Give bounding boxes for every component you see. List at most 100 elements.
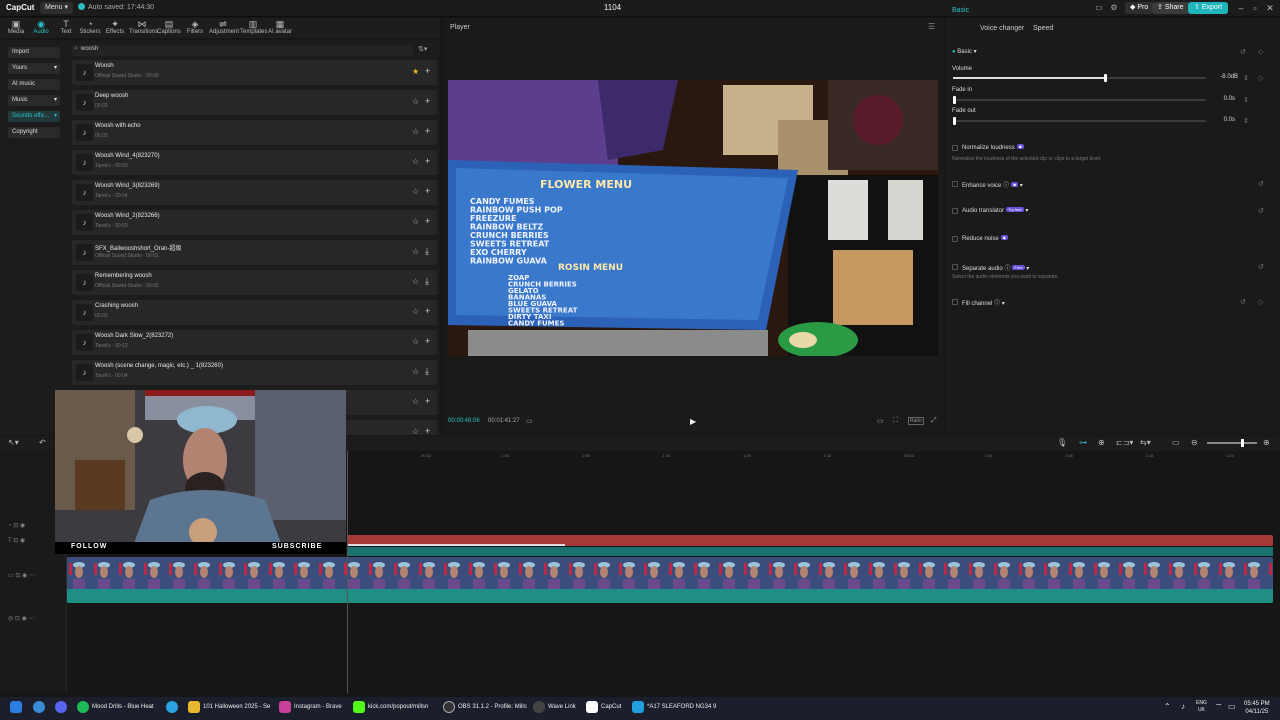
star-icon[interactable]: ☆ [412,427,419,436]
pro-button[interactable]: ◆ Pro [1125,2,1154,14]
sound-item[interactable]: ♪ Crashing woosh 00:01 ☆ + [72,300,437,325]
star-icon[interactable]: ★ [412,67,419,76]
star-icon[interactable]: ☆ [412,97,419,106]
ratio-button[interactable]: Ratio [908,417,924,425]
add-icon[interactable]: + [425,396,430,406]
star-icon[interactable]: ☆ [412,157,419,166]
taskbar-app[interactable]: Mood Drills - Blue Heat [92,704,154,710]
settings-icon[interactable]: ⚙ [1108,3,1120,14]
enhance-checkbox[interactable] [952,181,958,187]
browser-icon[interactable] [33,701,45,713]
taskbar-app[interactable]: OBS 31.1.2 - Profile: Mills [458,704,527,710]
project-name[interactable]: 1104 [560,3,665,12]
sound-item[interactable]: ♪ Deep woosh 00:03 ☆ + [72,90,437,115]
undo-icon[interactable]: ↶ [39,438,46,447]
add-icon[interactable]: + [425,336,430,346]
reset-icon[interactable]: ↺ [1258,207,1264,215]
select-tool-icon[interactable]: ↖▾ [8,438,19,447]
video-clip[interactable] [67,557,1273,603]
wifi-icon[interactable]: ⌔ [1215,702,1223,712]
fit-icon[interactable]: ▭ [877,417,884,425]
filter-button[interactable]: ⇅▾ [418,45,427,53]
stepper-icon[interactable]: ⇕ [1243,74,1249,82]
keyframe-icon[interactable]: ◇ [1258,74,1263,82]
tab-voice-changer[interactable]: Voice changer [980,25,1024,32]
taskbar-app[interactable]: *A17 SLEAFORD NG34 9 [647,704,716,710]
sidebar-item-yours[interactable]: Yours ▾ [8,63,60,74]
folder-icon[interactable] [188,701,200,713]
sidebar-item-music[interactable]: Music ▾ [8,95,60,106]
volume-value[interactable]: -8.0dB [1202,74,1238,80]
basic-section[interactable]: ● Basic ▾ [952,48,977,55]
tool-adjustment[interactable]: ⇌ Adjustment [209,19,239,35]
link-icon[interactable]: ⊶ [1079,438,1087,447]
sidebar-item-copyright[interactable]: Copyright [8,127,60,138]
close-icon[interactable]: ✕ [1263,2,1277,14]
split-icon[interactable]: ⇆▾ [1140,438,1151,447]
snap-icon[interactable]: ⊏⊐▾ [1116,438,1133,447]
keyframe-icon[interactable]: ◇ [1258,48,1263,56]
star-icon[interactable]: ☆ [412,277,419,286]
taskbar-app[interactable]: kick.com/popout/millsn [368,704,428,710]
zoom-slider[interactable] [1207,439,1257,447]
tool-transitions[interactable]: ⋈ Transitions [129,19,158,35]
wave-link-icon[interactable] [533,701,545,713]
add-icon[interactable]: + [425,156,430,166]
sound-item[interactable]: ♪ Woosh Wind_4(823270) Tarek's · 00:03 ☆ + [72,150,437,175]
taskbar-app[interactable]: Instagram - Brave [294,704,342,710]
fade-out-slider[interactable] [953,117,1206,125]
tool-captions[interactable]: ▤ Captions [156,19,182,35]
reset-icon[interactable]: ↺ [1258,180,1264,188]
tool-media[interactable]: ▣ Media [3,19,29,35]
volume-knob[interactable] [1103,74,1107,82]
sound-item[interactable]: ♪ Remembering woosh Official Sound Studio … [72,270,437,295]
notepad-icon[interactable] [632,701,644,713]
share-button[interactable]: ⇪ Share [1152,2,1189,14]
fullscreen-icon[interactable]: ⤢ [931,417,937,425]
download-icon[interactable]: ⤓ [425,366,429,377]
capcut-icon[interactable] [586,701,598,713]
playhead-line[interactable] [347,451,348,693]
preview-icon[interactable]: ▭ [1172,438,1180,447]
add-icon[interactable]: + [425,186,430,196]
timecode-icon[interactable]: ▭ [526,417,533,425]
download-icon[interactable]: ⤓ [425,276,429,287]
star-icon[interactable]: ☆ [412,307,419,316]
video-preview[interactable]: FLOWER MENU CANDY FUMES RAINBOW PUSH POP F… [448,80,938,356]
star-icon[interactable]: ☆ [412,247,419,256]
star-icon[interactable]: ☆ [412,217,419,226]
normalize-checkbox[interactable] [952,145,958,151]
volume-icon[interactable]: ♪ [1181,702,1185,711]
zoom-in-icon[interactable]: ⊕ [1263,438,1270,447]
obs-icon[interactable] [443,701,455,713]
sound-item[interactable]: ♪ Woosh (scene change, magic, etc.) _ 1(8… [72,360,437,385]
kick-icon[interactable] [353,701,365,713]
crop-icon[interactable]: ⛶ [893,417,898,425]
sound-item[interactable]: ♪ Woosh Dark Slow_2(823272) Tarek's · 00:1… [72,330,437,355]
tool-stickers[interactable]: ◔ Stickers [77,19,103,35]
fill-channel-checkbox[interactable] [952,299,958,305]
sound-item[interactable]: ♪ Woosh Wind_2(823266) Tarek's · 00:03 ☆ + [72,210,437,235]
star-icon[interactable]: ☆ [412,127,419,136]
sound-item[interactable]: ♪ Woosh Official Sound Studio · 00:00 ★ + [72,60,437,85]
tool-filters[interactable]: ◈ Filters [182,19,208,35]
export-button[interactable]: ⇧ Export [1188,2,1229,14]
stepper-icon[interactable]: ⇕ [1243,117,1249,125]
volume-slider[interactable] [953,74,1206,82]
add-icon[interactable]: + [425,216,430,226]
fade-in-slider[interactable] [953,96,1206,104]
sound-item[interactable]: ♪ SFX_Bailwooshshort_Oran-超级 Official Soun… [72,240,437,265]
layout-icon[interactable]: ▭ [1093,3,1105,14]
fade-in-value[interactable]: 0.0s [1199,96,1235,102]
star-icon[interactable]: ☆ [412,367,419,376]
tool-ai-avatar[interactable]: ▦ AI avatar [267,19,293,35]
menu-button[interactable]: Menu ▾ [40,2,73,14]
sidebar-item-sound-effects[interactable]: Sounds effe... ▾ [8,111,60,122]
sidebar-item-ai-music[interactable]: AI music [8,79,60,90]
tab-basic[interactable]: Basic [952,7,969,14]
battery-icon[interactable]: ▭ [1228,702,1236,711]
stepper-icon[interactable]: ⇕ [1243,96,1249,104]
add-icon[interactable]: + [425,126,430,136]
maximize-icon[interactable]: ▫ [1248,2,1262,14]
tool-audio[interactable]: ◉ Audio [28,19,54,35]
